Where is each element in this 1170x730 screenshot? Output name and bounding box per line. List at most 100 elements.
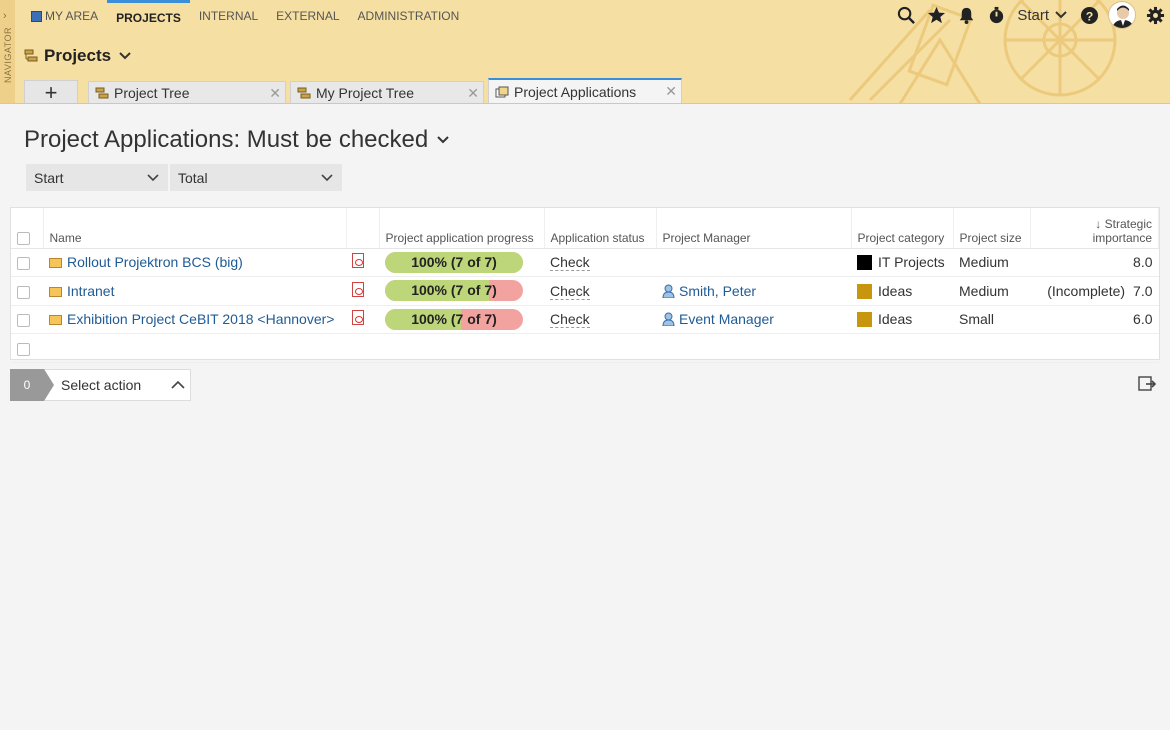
category-color-swatch xyxy=(857,312,872,328)
nav-projects-label: PROJECTS xyxy=(116,10,181,25)
importance-value: 6.0 xyxy=(1133,311,1153,328)
tab-label: Project Tree xyxy=(114,85,190,101)
stopwatch-icon xyxy=(989,6,1003,23)
header-progress[interactable]: Project application progress xyxy=(379,208,545,249)
header-status[interactable]: Application status xyxy=(544,208,657,249)
row-checkbox[interactable] xyxy=(17,285,30,299)
nav-administration[interactable]: ADMINISTRATION xyxy=(349,0,469,32)
project-name-link[interactable]: Intranet xyxy=(67,283,114,299)
manager-cell: Smith, Peter xyxy=(656,276,851,306)
help-icon: ? xyxy=(1080,6,1098,24)
header-importance[interactable]: ↓ Strategic importance xyxy=(1030,208,1159,249)
tab-project-tree[interactable]: Project Tree ✕ xyxy=(88,81,286,103)
favorites-button[interactable] xyxy=(921,1,951,29)
importance-cell: 6.0 xyxy=(1030,305,1159,334)
page-title[interactable]: Project Applications: Must be checked xyxy=(24,126,450,154)
search-button[interactable] xyxy=(891,1,921,29)
progress-cell: 100% (7 of 7) xyxy=(379,276,544,306)
table-row[interactable]: Intranet 100% (7 of 7) Check Smith, Pete… xyxy=(11,276,1159,306)
row-checkbox[interactable] xyxy=(17,257,30,271)
name-cell: Rollout Projektron BCS (big) xyxy=(43,248,346,277)
nav-my-area[interactable]: MY AREA xyxy=(22,0,107,32)
export-icon[interactable] xyxy=(1138,375,1156,391)
timer-button[interactable] xyxy=(981,1,1011,29)
application-status[interactable]: Check xyxy=(550,254,590,272)
importance-value: 8.0 xyxy=(1133,254,1153,271)
nav-administration-label: ADMINISTRATION xyxy=(357,9,460,23)
module-title[interactable]: Projects xyxy=(24,46,132,66)
help-button[interactable]: ? xyxy=(1074,1,1104,29)
row-select-cell xyxy=(11,305,43,334)
pdf-cell xyxy=(346,248,379,277)
pdf-icon[interactable] xyxy=(352,281,364,297)
user-icon xyxy=(662,312,675,327)
user-avatar[interactable] xyxy=(1108,1,1136,29)
tab-my-project-tree[interactable]: My Project Tree ✕ xyxy=(290,81,484,103)
importance-cell: (Incomplete) 7.0 xyxy=(1030,276,1159,306)
navigator-label: NAVIGATOR xyxy=(3,27,13,84)
chevron-up-icon xyxy=(171,380,185,389)
size-label: Small xyxy=(959,311,995,328)
svg-text:?: ? xyxy=(1085,9,1093,23)
size-label: Medium xyxy=(959,254,1009,271)
filter-bar: Start Total xyxy=(26,164,344,191)
header-size[interactable]: Project size xyxy=(953,208,1031,249)
size-cell: Medium xyxy=(953,248,1030,277)
project-manager-link[interactable]: Smith, Peter xyxy=(679,283,756,299)
nav-external[interactable]: EXTERNAL xyxy=(267,0,348,32)
table-row[interactable]: Exhibition Project CeBIT 2018 <Hannover>… xyxy=(11,305,1159,334)
user-icon xyxy=(662,284,675,298)
applications-icon xyxy=(495,86,509,98)
progress-bar: 100% (7 of 7) xyxy=(385,308,523,330)
progress-bar: 100% (7 of 7) xyxy=(385,280,523,302)
pdf-icon[interactable] xyxy=(352,253,364,269)
status-cell: Check xyxy=(544,248,656,277)
project-name-link[interactable]: Exhibition Project CeBIT 2018 <Hannover> xyxy=(67,311,334,327)
close-icon[interactable]: ✕ xyxy=(665,83,677,100)
page-title-label: Project Applications: Must be checked xyxy=(24,126,429,153)
progress-text: 100% (7 of 7) xyxy=(411,282,497,299)
project-tree-icon xyxy=(297,87,311,99)
notifications-button[interactable] xyxy=(951,1,981,29)
table-header-row: Name Project application progress Applic… xyxy=(11,208,1159,249)
add-tab-button[interactable]: + xyxy=(24,80,78,103)
project-tree-icon xyxy=(24,49,38,62)
selected-count: 0 xyxy=(23,378,31,392)
navigator-toggle[interactable]: › NAVIGATOR xyxy=(0,0,15,103)
project-manager-link[interactable]: Event Manager xyxy=(679,311,774,327)
action-bar: 0 Select action xyxy=(10,369,191,401)
tab-project-applications[interactable]: Project Applications ✕ xyxy=(488,78,682,103)
select-all-checkbox[interactable] xyxy=(17,231,30,245)
category-cell: IT Projects xyxy=(851,248,953,277)
category-color-swatch xyxy=(857,283,872,299)
gear-icon xyxy=(1146,6,1164,24)
project-name-link[interactable]: Rollout Projektron BCS (big) xyxy=(67,254,243,270)
application-status[interactable]: Check xyxy=(550,282,590,300)
tab-label: My Project Tree xyxy=(316,85,415,101)
star-icon xyxy=(927,6,945,23)
select-action-dropdown[interactable]: Select action xyxy=(44,369,191,401)
start-menu[interactable]: Start xyxy=(1011,7,1074,24)
folder-icon xyxy=(49,258,62,269)
header-name[interactable]: Name xyxy=(43,208,347,249)
nav-projects[interactable]: PROJECTS xyxy=(107,0,190,32)
nav-internal[interactable]: INTERNAL xyxy=(190,0,267,32)
search-icon xyxy=(897,6,915,24)
settings-button[interactable] xyxy=(1140,1,1170,29)
size-cell: Small xyxy=(953,305,1030,334)
size-cell: Medium xyxy=(953,276,1030,306)
start-menu-label: Start xyxy=(1017,6,1049,24)
header-category[interactable]: Project category xyxy=(851,208,954,249)
close-icon[interactable]: ✕ xyxy=(467,85,479,102)
application-status[interactable]: Check xyxy=(550,311,590,329)
name-cell: Exhibition Project CeBIT 2018 <Hannover> xyxy=(43,305,346,334)
table-row[interactable]: Rollout Projektron BCS (big) 100% (7 of … xyxy=(11,248,1159,277)
total-filter[interactable]: Total xyxy=(170,164,342,191)
bell-icon xyxy=(959,7,973,24)
pdf-icon[interactable] xyxy=(352,310,364,326)
close-icon[interactable]: ✕ xyxy=(269,85,281,102)
header-manager[interactable]: Project Manager xyxy=(656,208,852,249)
row-checkbox[interactable] xyxy=(17,342,30,356)
row-checkbox[interactable] xyxy=(17,314,30,328)
start-filter[interactable]: Start xyxy=(26,164,168,191)
